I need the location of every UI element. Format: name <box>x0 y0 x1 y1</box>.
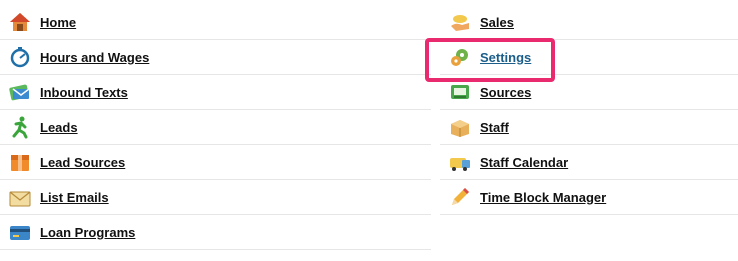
menu-item-leads[interactable]: Leads <box>0 110 431 145</box>
menu-item-list-emails[interactable]: List Emails <box>0 180 431 215</box>
menu-item-label[interactable]: Time Block Manager <box>480 190 606 205</box>
menu-item-label[interactable]: Sources <box>480 85 531 100</box>
menu-item-loan-programs[interactable]: Loan Programs <box>0 215 431 250</box>
menu-item-inbound-texts[interactable]: Inbound Texts <box>0 75 431 110</box>
menu-column-left: Home Hours and Wages Inbound Texts Leads… <box>0 0 431 250</box>
menu-item-hours-and-wages[interactable]: Hours and Wages <box>0 40 431 75</box>
menu-item-label[interactable]: Inbound Texts <box>40 85 128 100</box>
menu-item-lead-sources[interactable]: Lead Sources <box>0 145 431 180</box>
running-person-icon <box>8 115 32 139</box>
menu-column-right: Sales Settings Sources Staff Staff Calen… <box>440 0 738 215</box>
menu-grid: Home Hours and Wages Inbound Texts Leads… <box>0 0 738 261</box>
menu-item-label[interactable]: Home <box>40 15 76 30</box>
stopwatch-icon <box>8 45 32 69</box>
envelope-text-icon <box>8 80 32 104</box>
menu-item-label[interactable]: Staff Calendar <box>480 155 568 170</box>
house-icon <box>8 10 32 34</box>
menu-item-label[interactable]: List Emails <box>40 190 109 205</box>
menu-item-label[interactable]: Sales <box>480 15 514 30</box>
menu-item-settings[interactable]: Settings <box>440 40 738 75</box>
gears-icon <box>448 45 472 69</box>
menu-item-label[interactable]: Lead Sources <box>40 155 125 170</box>
hand-money-icon <box>448 10 472 34</box>
menu-item-label[interactable]: Staff <box>480 120 509 135</box>
van-calendar-icon <box>448 150 472 174</box>
menu-item-staff-calendar[interactable]: Staff Calendar <box>440 145 738 180</box>
menu-item-sources[interactable]: Sources <box>440 75 738 110</box>
menu-item-label[interactable]: Hours and Wages <box>40 50 149 65</box>
orange-box-icon <box>8 150 32 174</box>
menu-item-sales[interactable]: Sales <box>440 0 738 40</box>
pencil-icon <box>448 185 472 209</box>
menu-item-label[interactable]: Loan Programs <box>40 225 135 240</box>
email-envelope-icon <box>8 185 32 209</box>
menu-item-staff[interactable]: Staff <box>440 110 738 145</box>
credit-card-icon <box>8 220 32 244</box>
menu-item-home[interactable]: Home <box>0 0 431 40</box>
package-box-icon <box>448 115 472 139</box>
menu-item-time-block-manager[interactable]: Time Block Manager <box>440 180 738 215</box>
menu-item-label[interactable]: Leads <box>40 120 78 135</box>
cash-register-icon <box>448 80 472 104</box>
menu-item-label[interactable]: Settings <box>480 50 531 65</box>
